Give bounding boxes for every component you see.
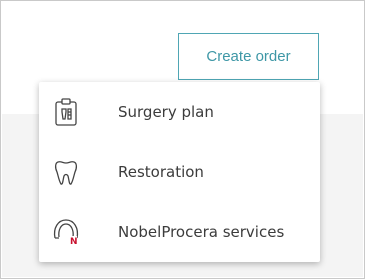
menu-item-label: Restoration xyxy=(118,163,204,181)
menu-item-surgery-plan[interactable]: Surgery plan xyxy=(39,82,320,142)
nobelprocera-badge: N xyxy=(70,237,78,247)
create-order-button[interactable]: Create order xyxy=(178,33,319,80)
nobelprocera-icon: N xyxy=(48,202,84,262)
page-frame: Create order Surgery plan Restoration N … xyxy=(0,0,365,279)
menu-item-restoration[interactable]: Restoration xyxy=(39,142,320,202)
create-order-menu: Surgery plan Restoration N NobelProcera xyxy=(39,82,320,262)
menu-item-label: Surgery plan xyxy=(118,103,214,121)
surgery-plan-icon xyxy=(48,82,84,142)
menu-item-label: NobelProcera services xyxy=(118,223,285,241)
tooth-icon xyxy=(48,142,84,202)
menu-item-nobelprocera-services[interactable]: N NobelProcera services xyxy=(39,202,320,262)
